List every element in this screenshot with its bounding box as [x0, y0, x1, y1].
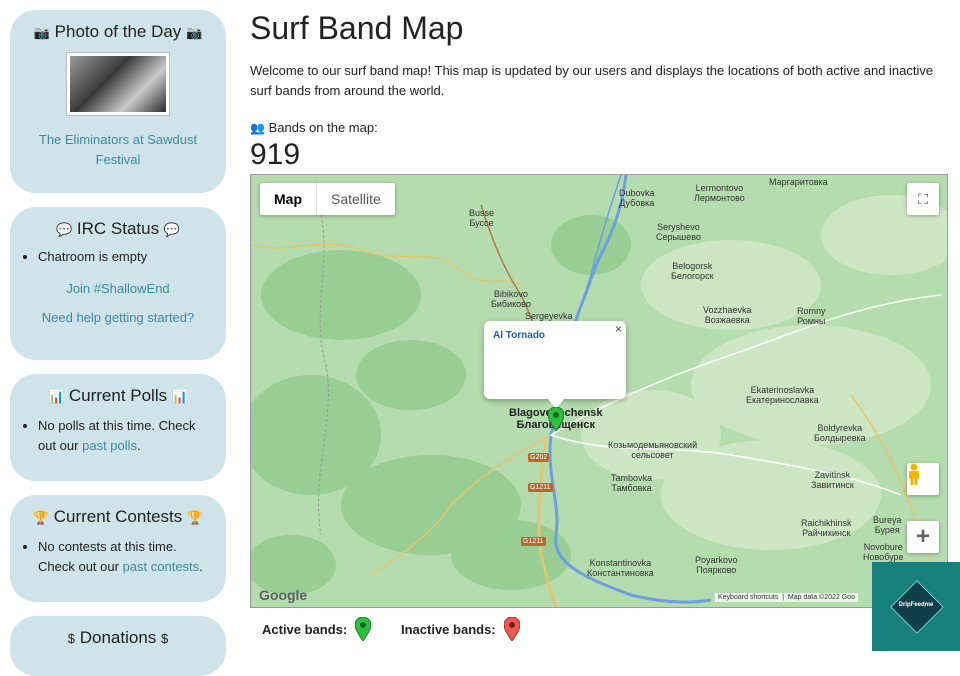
bands-count: 919: [250, 138, 301, 171]
help-link[interactable]: Need help getting started?: [20, 310, 216, 325]
map-label-konstantinovka: Konstantinovka Константиновка: [587, 558, 654, 578]
map-type-map-button[interactable]: Map: [260, 183, 317, 215]
trophy-icon: 🏆: [32, 510, 50, 525]
past-contests-link[interactable]: past contests: [123, 559, 200, 574]
pegman-icon: [909, 463, 919, 485]
donations-card-title: $ Donations $: [67, 628, 169, 647]
photo-of-the-day-card: 📷 Photo of the Day 📷 The Eliminators at …: [10, 10, 226, 193]
map-type-satellite-button[interactable]: Satellite: [317, 183, 395, 215]
keyboard-shortcuts-link[interactable]: Keyboard shortcuts: [718, 594, 778, 601]
road-shield-g202: G202: [528, 453, 550, 462]
map-label-poyarkovo: Poyarkovo Поярково: [695, 555, 738, 575]
fullscreen-icon: ⛶: [918, 190, 928, 207]
map-label-tambovka: Tambovka Тамбовка: [611, 473, 653, 493]
map-label-raichikhinsk: Raichikhinsk Райчихинск: [801, 518, 852, 538]
dollar-icon: $: [161, 631, 169, 646]
road-shield-g1211: G1211: [528, 483, 553, 492]
photo-caption-link[interactable]: The Eliminators at Sawdust Festival: [20, 130, 216, 170]
road-shield-g1211: G1211: [521, 537, 546, 546]
polls-card-title: 📊 Current Polls 📊: [47, 386, 189, 405]
map-type-control: Map Satellite: [260, 183, 395, 215]
irc-status-text: Chatroom is empty: [38, 247, 216, 267]
photo-card-title: 📷 Photo of the Day 📷: [33, 22, 203, 41]
irc-status-list: Chatroom is empty: [20, 247, 216, 267]
map-label-boldyrevka: Boldyrevka Болдыревка: [814, 423, 866, 443]
current-contests-card: 🏆 Current Contests 🏆 No contests at this…: [10, 495, 226, 602]
polls-list: No polls at this time. Check out our pas…: [20, 416, 216, 456]
map-label-kozmodemyanovsky: Козьмодемьяновский сельсовет: [608, 440, 698, 460]
camera-icon: 📷: [186, 25, 203, 40]
current-polls-card: 📊 Current Polls 📊 No polls at this time.…: [10, 374, 226, 481]
street-view-pegman-button[interactable]: [907, 463, 939, 495]
camera-icon: 📷: [33, 25, 50, 40]
legend-inactive: Inactive bands:: [401, 617, 520, 641]
map-label-novobure: Novobure Новобурe: [863, 542, 904, 562]
map-label-margaritovka: Маргаритовка: [769, 177, 828, 187]
legend-active: Active bands:: [262, 617, 372, 641]
map-label-lermontovo: Lermontovo Лермонтово: [694, 183, 745, 203]
map-attribution: Keyboard shortcuts | Map data ©2022 Goo: [715, 593, 858, 602]
map-label-sergeyevka: Sergeyevka: [525, 311, 573, 321]
contests-text: No contests at this time. Check out our …: [38, 537, 216, 577]
map-label-romny: Romny Ромны: [797, 306, 826, 326]
green-marker-icon: [355, 617, 372, 641]
past-polls-link[interactable]: past polls: [82, 438, 137, 453]
info-window-band-name[interactable]: Al Tornado: [493, 330, 545, 341]
intro-text: Welcome to our surf band map! This map i…: [250, 63, 934, 98]
donations-card: $ Donations $: [10, 616, 226, 676]
surf-band-map[interactable]: Map Satellite ⛶ + Маргаритовка Lermontov…: [250, 174, 948, 608]
photo-thumbnail[interactable]: [66, 52, 170, 116]
chat-bubble-icon: 💬: [55, 222, 73, 237]
map-label-belogorsk: Belogorsk Белогорск: [671, 261, 714, 281]
fullscreen-button[interactable]: ⛶: [907, 183, 939, 215]
red-marker-icon: [503, 617, 520, 641]
legend-inactive-label: Inactive bands:: [401, 621, 496, 637]
users-icon: 👥: [250, 121, 265, 135]
map-label-ekaterinoslavka: Ekaterinoslavka Екатеринославка: [746, 385, 819, 405]
legend-active-label: Active bands:: [262, 621, 348, 637]
chat-bubble-icon: 💬: [163, 222, 181, 237]
map-label-dubovka: Dubovka Дубовка: [619, 188, 655, 208]
zoom-in-button[interactable]: +: [907, 521, 939, 553]
google-logo: Google: [259, 587, 308, 603]
map-label-bibikovo: Bibikovo Бибиково: [491, 289, 531, 309]
join-chat-link[interactable]: Join #ShallowEnd: [20, 281, 216, 296]
watermark-text: DripFeedme: [898, 602, 934, 608]
irc-status-card: 💬 IRC Status 💬 Chatroom is empty Join #S…: [10, 207, 226, 360]
dollar-icon: $: [67, 631, 75, 646]
bands-count-label: 👥 Bands on the map:: [250, 120, 378, 135]
band-photo: [70, 56, 166, 112]
watermark-badge: DripFeedme: [872, 562, 960, 651]
map-label-seryshevo: Seryshevo Серышево: [656, 222, 701, 242]
bar-chart-icon: 📊: [171, 389, 189, 404]
contests-list: No contests at this time. Check out our …: [20, 537, 216, 577]
map-label-zavitinsk: Zavitinsk Завитинск: [811, 470, 854, 490]
map-info-window: Al Tornado ×: [484, 321, 626, 409]
irc-card-title: 💬 IRC Status 💬: [55, 219, 181, 238]
map-label-bureya: Bureya Бурея: [873, 515, 902, 535]
contests-card-title: 🏆 Current Contests 🏆: [32, 507, 204, 526]
active-band-marker[interactable]: [548, 407, 564, 431]
page-title: Surf Band Map: [250, 10, 464, 46]
map-label-vozzhaevka: Vozzhaevka Возжаевка: [703, 305, 752, 325]
info-window-close-button[interactable]: ×: [615, 322, 622, 336]
map-label-busse: Busse Буссе: [469, 208, 495, 228]
bar-chart-icon: 📊: [47, 389, 65, 404]
trophy-icon: 🏆: [186, 510, 204, 525]
polls-text: No polls at this time. Check out our pas…: [38, 416, 216, 456]
map-data-text: Map data ©2022 Goo: [787, 594, 855, 601]
